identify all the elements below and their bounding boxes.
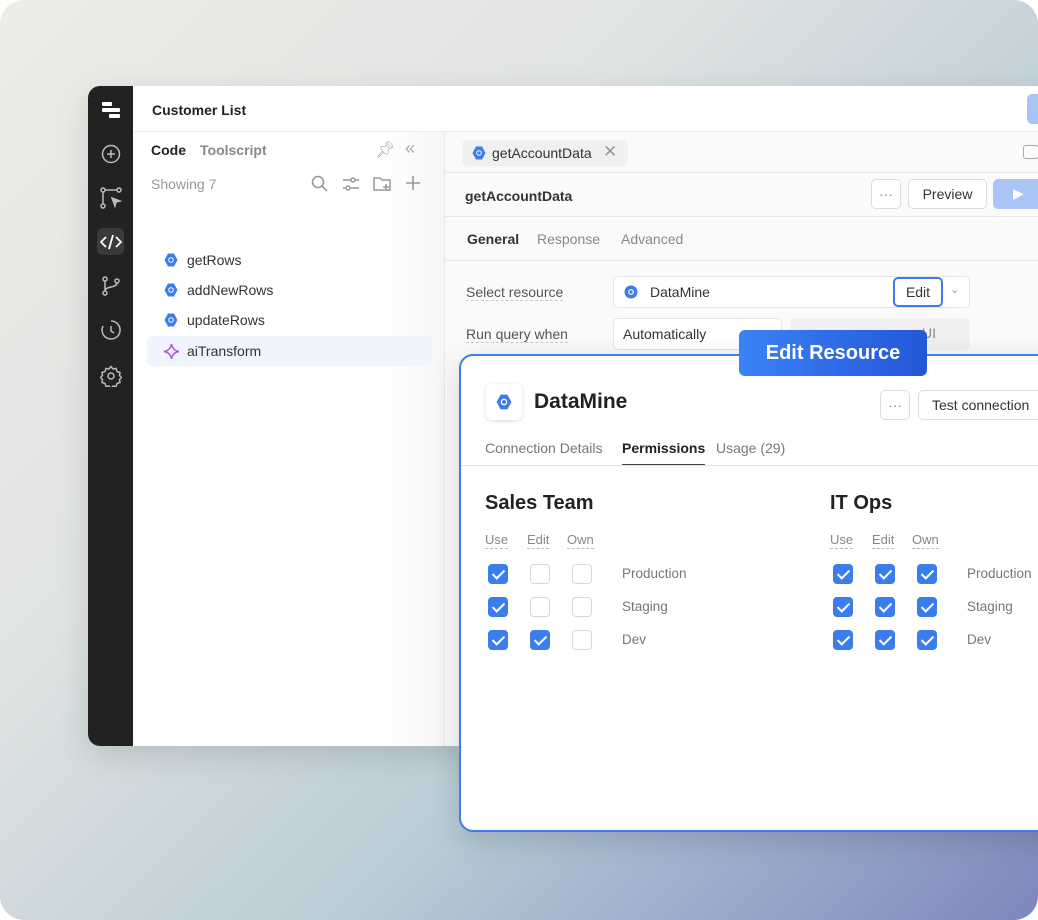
permission-checkbox[interactable] xyxy=(875,564,895,584)
icon-rail xyxy=(88,86,133,746)
permission-checkbox[interactable] xyxy=(488,630,508,650)
group-name: Sales Team xyxy=(485,492,594,514)
permission-checkbox[interactable] xyxy=(875,630,895,650)
environment-label: Staging xyxy=(622,599,668,614)
history-icon[interactable] xyxy=(97,316,124,343)
query-icon xyxy=(496,394,512,410)
permission-checkbox[interactable] xyxy=(917,564,937,584)
permission-checkbox[interactable] xyxy=(530,597,550,617)
item-label: aiTransform xyxy=(187,343,262,359)
resource-logo xyxy=(486,384,522,420)
permission-checkbox[interactable] xyxy=(917,630,937,650)
permission-checkbox[interactable] xyxy=(572,564,592,584)
tab-connection-details[interactable]: Connection Details xyxy=(485,440,603,456)
permission-checkbox[interactable] xyxy=(875,597,895,617)
column-header: Own xyxy=(567,532,594,549)
edit-resource-button[interactable]: Edit xyxy=(893,277,943,307)
play-icon: ▶ xyxy=(1013,185,1024,201)
tab-permissions[interactable]: Permissions xyxy=(622,440,706,466)
group-name: IT Ops xyxy=(830,492,893,514)
list-item-updaterows[interactable]: updateRows xyxy=(147,305,432,335)
run-value: Automatically xyxy=(623,326,707,342)
test-connection-button[interactable]: Test connection xyxy=(918,390,1038,420)
list-item-getrows[interactable]: getRows xyxy=(147,245,432,275)
permission-checkbox[interactable] xyxy=(833,597,853,617)
edit-resource-modal: DataMine ··· Test connection Connection … xyxy=(459,354,1038,832)
query-icon xyxy=(164,283,178,297)
add-icon[interactable] xyxy=(405,175,421,191)
close-icon[interactable]: ✕ xyxy=(603,142,617,162)
run-button[interactable]: ▶ xyxy=(993,179,1038,209)
more-button[interactable]: ··· xyxy=(871,179,901,209)
pin-icon[interactable]: 📌︎ xyxy=(375,140,395,160)
resource-select[interactable]: DataMine Edit ⌄ xyxy=(613,276,970,308)
permission-checkbox[interactable] xyxy=(488,564,508,584)
branch-icon[interactable] xyxy=(97,272,124,299)
permission-checkbox[interactable] xyxy=(833,630,853,650)
modal-more-button[interactable]: ··· xyxy=(880,390,910,420)
app-header: Customer List xyxy=(133,86,1038,132)
column-header: Use xyxy=(830,532,854,549)
subtab-general[interactable]: General xyxy=(467,231,519,247)
app-title: Customer List xyxy=(152,102,247,118)
list-item-aitransform[interactable]: aiTransform xyxy=(147,336,432,366)
query-tab[interactable]: getAccountData ✕ xyxy=(462,140,628,166)
code-icon[interactable] xyxy=(97,228,124,255)
query-icon xyxy=(624,285,638,299)
preview-button[interactable]: Preview xyxy=(908,179,987,209)
tab-toolscript[interactable]: Toolscript xyxy=(200,142,267,158)
permission-checkbox[interactable] xyxy=(917,597,937,617)
collapse-icon[interactable]: « xyxy=(405,138,415,159)
subtab-advanced[interactable]: Advanced xyxy=(621,231,683,247)
column-header: Edit xyxy=(527,532,550,549)
environment-label: Production xyxy=(622,566,687,581)
logo-icon[interactable] xyxy=(97,96,124,123)
sparkle-icon xyxy=(163,343,180,360)
edit-resource-badge: Edit Resource xyxy=(739,330,927,376)
new-folder-icon[interactable] xyxy=(373,175,391,192)
run-label: Run query when xyxy=(466,326,568,343)
environment-label: Dev xyxy=(967,632,992,647)
resource-label: Select resource xyxy=(466,284,564,301)
permission-checkbox[interactable] xyxy=(833,564,853,584)
resource-value: DataMine xyxy=(650,284,710,300)
column-header: Own xyxy=(912,532,939,549)
permission-checkbox[interactable] xyxy=(572,630,592,650)
query-icon xyxy=(164,253,178,267)
plus-circle-icon[interactable] xyxy=(97,140,124,167)
tab-usage[interactable]: Usage (29) xyxy=(716,440,785,456)
column-header: Edit xyxy=(872,532,895,549)
panel-toggle-icon[interactable] xyxy=(1023,145,1038,159)
header-action-button[interactable] xyxy=(1027,94,1038,124)
permission-checkbox[interactable] xyxy=(530,630,550,650)
permission-checkbox[interactable] xyxy=(530,564,550,584)
permission-checkbox[interactable] xyxy=(488,597,508,617)
permission-checkbox[interactable] xyxy=(572,597,592,617)
gear-icon[interactable] xyxy=(97,362,124,389)
subtab-response[interactable]: Response xyxy=(537,231,600,247)
code-panel: Code Toolscript 📌︎ « Showing 7 getRows a… xyxy=(133,132,445,746)
item-label: getRows xyxy=(187,252,242,268)
flow-icon[interactable] xyxy=(97,184,124,211)
modal-title: DataMine xyxy=(534,390,628,413)
tab-code[interactable]: Code xyxy=(151,142,186,158)
list-item-addnewrows[interactable]: addNewRows xyxy=(147,275,432,305)
item-label: addNewRows xyxy=(187,282,274,298)
environment-label: Staging xyxy=(967,599,1013,614)
query-name: getAccountData xyxy=(465,188,573,204)
column-header: Use xyxy=(485,532,509,549)
item-label: updateRows xyxy=(187,312,265,328)
chevron-down-icon[interactable]: ⌄ xyxy=(950,283,959,296)
query-tab-label: getAccountData xyxy=(492,145,592,161)
environment-label: Dev xyxy=(622,632,647,647)
filter-icon[interactable] xyxy=(342,176,360,192)
query-icon xyxy=(164,313,178,327)
showing-count: Showing 7 xyxy=(151,176,217,192)
query-icon xyxy=(472,146,486,160)
environment-label: Production xyxy=(967,566,1032,581)
search-icon[interactable] xyxy=(311,175,329,193)
